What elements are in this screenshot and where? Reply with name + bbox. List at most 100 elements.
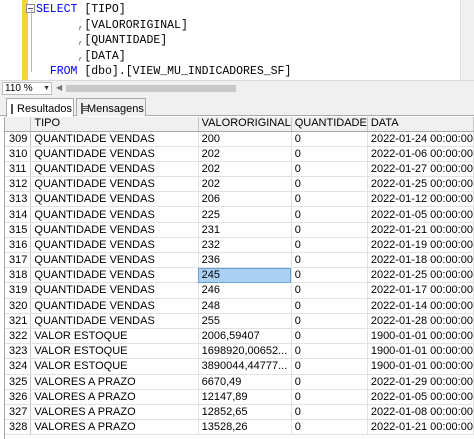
cell-valororiginal[interactable]: 202 — [198, 176, 292, 193]
cell-data[interactable]: 1900-01-01 00:00:00 — [367, 328, 474, 345]
cell-data[interactable]: 2022-01-14 00:00:00 — [367, 298, 474, 314]
cell-tipo[interactable]: QUANTIDADE VENDAS — [30, 191, 199, 208]
zoom-select[interactable]: 110 % ▼ — [2, 82, 52, 95]
cell-tipo[interactable]: QUANTIDADE VENDAS — [30, 161, 199, 178]
cell-valororiginal[interactable]: 202 — [198, 146, 292, 162]
table-row[interactable]: 327 VALORES A PRAZO 12852,65 0 2022-01-08 00… — [5, 404, 474, 421]
scroll-left-icon[interactable]: ◀ — [56, 83, 62, 92]
table-row[interactable]: 314 QUANTIDADE VENDAS 225 0 2022-01-05 00:00… — [5, 206, 474, 223]
cell-valororiginal[interactable]: 255 — [198, 313, 292, 329]
cell-data[interactable]: 2022-01-28 00:00:00 — [367, 313, 474, 329]
column-header-valororiginal[interactable]: VALORORIGINAL — [198, 117, 292, 132]
cell-valororiginal[interactable]: 206 — [198, 191, 292, 208]
cell-tipo[interactable]: VALOR ESTOQUE — [30, 328, 199, 345]
cell-quantidade[interactable]: 0 — [291, 328, 368, 345]
cell-quantidade[interactable]: 0 — [291, 206, 368, 223]
table-row[interactable]: 317 QUANTIDADE VENDAS 236 0 2022-01-18 00:00… — [5, 252, 474, 269]
cell-tipo[interactable]: VALORES A PRAZO — [30, 374, 199, 390]
table-row[interactable]: 325 VALORES A PRAZO 6670,49 0 2022-01-29 00:… — [5, 374, 474, 390]
table-row[interactable]: 326 VALORES A PRAZO 12147,89 0 2022-01-05 00… — [5, 389, 474, 405]
cell-tipo[interactable]: QUANTIDADE VENDAS — [30, 267, 199, 284]
cell-data[interactable]: 2022-01-05 00:00:00 — [367, 389, 474, 405]
cell-valororiginal[interactable]: 202 — [198, 161, 292, 178]
row-number[interactable]: 328 — [5, 419, 32, 436]
cell-data[interactable]: 1900-01-01 00:00:00 — [367, 358, 474, 375]
table-row[interactable]: 320 QUANTIDADE VENDAS 248 0 2022-01-14 00:00… — [5, 298, 474, 314]
row-number[interactable]: 320 — [5, 298, 32, 314]
row-number[interactable]: 313 — [5, 191, 32, 208]
cell-quantidade[interactable]: 0 — [291, 176, 368, 193]
cell-valororiginal[interactable]: 248 — [198, 298, 292, 314]
cell-data[interactable]: 2022-01-21 00:00:00 — [367, 419, 474, 436]
cell-tipo[interactable]: VALOR ESTOQUE — [30, 358, 199, 375]
cell-quantidade[interactable]: 0 — [291, 313, 368, 329]
cell-data[interactable]: 2022-01-17 00:00:00 — [367, 282, 474, 299]
cell-valororiginal[interactable]: 200 — [198, 131, 292, 147]
cell-tipo[interactable]: QUANTIDADE VENDAS — [30, 237, 199, 254]
cell-quantidade[interactable]: 0 — [291, 419, 368, 436]
table-row[interactable]: 323 VALOR ESTOQUE 1698920,00652... 0 1900-01… — [5, 343, 474, 360]
cell-quantidade[interactable]: 0 — [291, 222, 368, 238]
cell-quantidade[interactable]: 0 — [291, 404, 368, 421]
row-number[interactable]: 318 — [5, 267, 32, 284]
row-number[interactable]: 314 — [5, 206, 32, 223]
row-number[interactable]: 310 — [5, 146, 32, 162]
cell-quantidade[interactable]: 0 — [291, 282, 368, 299]
tab-results[interactable]: Resultados — [6, 98, 74, 117]
cell-valororiginal[interactable]: 232 — [198, 237, 292, 254]
cell-quantidade[interactable]: 0 — [291, 389, 368, 405]
row-number[interactable]: 321 — [5, 313, 32, 329]
horizontal-scrollbar-thumb[interactable] — [66, 85, 236, 92]
cell-tipo[interactable]: VALORES A PRAZO — [30, 419, 199, 436]
results-grid[interactable]: TIPO VALORORIGINAL QUANTIDADE DATA 309 QUANT… — [4, 117, 474, 439]
cell-tipo[interactable]: QUANTIDADE VENDAS — [30, 176, 199, 193]
cell-tipo[interactable]: QUANTIDADE VENDAS — [30, 298, 199, 314]
cell-data[interactable]: 2022-01-27 00:00:00 — [367, 161, 474, 178]
row-number[interactable]: 325 — [5, 374, 32, 390]
cell-valororiginal[interactable]: 6670,49 — [198, 374, 292, 390]
row-number-header[interactable] — [5, 117, 32, 132]
cell-data[interactable]: 2022-01-29 00:00:00 — [367, 374, 474, 390]
cell-valororiginal[interactable]: 1698920,00652... — [198, 343, 292, 360]
cell-quantidade[interactable]: 0 — [291, 267, 368, 284]
row-number[interactable]: 316 — [5, 237, 32, 254]
cell-quantidade[interactable]: 0 — [291, 237, 368, 254]
cell-tipo[interactable]: QUANTIDADE VENDAS — [30, 282, 199, 299]
cell-data[interactable]: 2022-01-08 00:00:00 — [367, 404, 474, 421]
cell-quantidade[interactable]: 0 — [291, 161, 368, 178]
row-number[interactable]: 324 — [5, 358, 32, 375]
table-row[interactable]: 322 VALOR ESTOQUE 2006,59407 0 1900-01-01 00… — [5, 328, 474, 345]
column-header-data[interactable]: DATA — [367, 117, 474, 132]
cell-tipo[interactable]: VALORES A PRAZO — [30, 389, 199, 405]
cell-valororiginal[interactable]: 236 — [198, 252, 292, 269]
cell-valororiginal[interactable]: 231 — [198, 222, 292, 238]
cell-data[interactable]: 2022-01-18 00:00:00 — [367, 252, 474, 269]
cell-quantidade[interactable]: 0 — [291, 358, 368, 375]
cell-quantidade[interactable]: 0 — [291, 146, 368, 162]
table-row[interactable]: 309 QUANTIDADE VENDAS 200 0 2022-01-24 00:00… — [5, 131, 474, 147]
sql-code[interactable]: SELECT [TIPO] ,[VALORORIGINAL] ,[QUANTID… — [36, 2, 291, 80]
cell-data[interactable]: 2022-01-06 00:00:00 — [367, 146, 474, 162]
table-row[interactable]: 313 QUANTIDADE VENDAS 206 0 2022-01-12 00:00… — [5, 191, 474, 208]
cell-data[interactable]: 2022-01-12 00:00:00 — [367, 191, 474, 208]
column-header-quantidade[interactable]: QUANTIDADE — [291, 117, 368, 132]
tab-messages[interactable]: Mensagens — [76, 98, 146, 116]
editor-scrollbar[interactable] — [460, 0, 474, 80]
cell-quantidade[interactable]: 0 — [291, 252, 368, 269]
cell-quantidade[interactable]: 0 — [291, 298, 368, 314]
row-number[interactable]: 326 — [5, 389, 32, 405]
cell-data[interactable]: 2022-01-05 00:00:00 — [367, 206, 474, 223]
cell-valororiginal[interactable]: 246 — [198, 282, 292, 299]
column-header-tipo[interactable]: TIPO — [30, 117, 199, 132]
row-number[interactable]: 317 — [5, 252, 32, 269]
cell-tipo[interactable]: QUANTIDADE VENDAS — [30, 131, 199, 147]
cell-tipo[interactable]: QUANTIDADE VENDAS — [30, 146, 199, 162]
table-row[interactable]: 328 VALORES A PRAZO 13528,26 0 2022-01-21 00… — [5, 419, 474, 436]
cell-tipo[interactable]: QUANTIDADE VENDAS — [30, 313, 199, 329]
sql-editor[interactable]: SELECT [TIPO] ,[VALORORIGINAL] ,[QUANTID… — [0, 0, 474, 80]
cell-data[interactable]: 2022-01-21 00:00:00 — [367, 222, 474, 238]
table-row[interactable]: 312 QUANTIDADE VENDAS 202 0 2022-01-25 00:00… — [5, 176, 474, 193]
cell-data[interactable]: 1900-01-01 00:00:00 — [367, 343, 474, 360]
row-number[interactable]: 311 — [5, 161, 32, 178]
cell-valororiginal[interactable]: 225 — [198, 206, 292, 223]
